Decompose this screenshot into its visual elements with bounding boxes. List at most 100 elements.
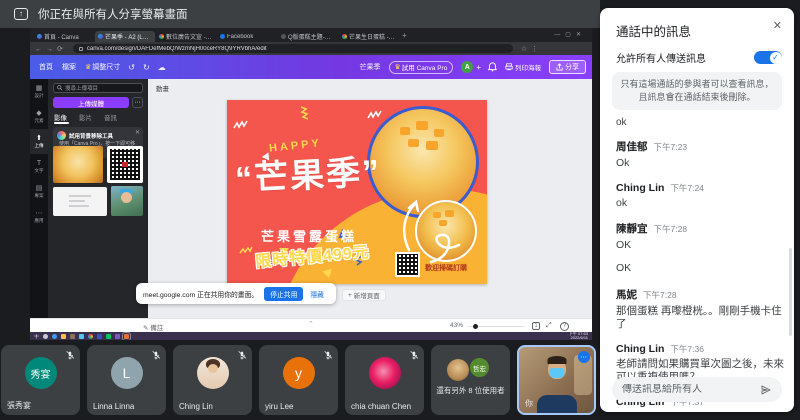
mic-off-icon — [66, 350, 75, 360]
text-icon: T — [36, 159, 42, 167]
crown-icon: ♛ — [394, 64, 401, 71]
file-explorer-icon[interactable] — [61, 333, 66, 339]
self-video-tile[interactable]: ⋯ 你 — [517, 345, 596, 415]
app-icon[interactable] — [115, 333, 120, 339]
browser-tab-2-active[interactable]: 芒果季 - A2 (Landscape) — [95, 31, 155, 42]
browser-tab-6[interactable]: 芒果生日蛋糕 - Google 搜尋 — [339, 31, 399, 42]
edge-icon[interactable] — [52, 333, 57, 339]
browser-tab-4[interactable]: Facebook — [217, 31, 277, 42]
participant-tile[interactable]: L Linna Linna — [87, 345, 166, 415]
uploaded-screenshot[interactable] — [53, 187, 107, 216]
chat-message-input[interactable] — [622, 384, 760, 395]
redo-icon[interactable]: ↻ — [143, 63, 150, 72]
rail-item-text[interactable]: T 文字 — [30, 154, 48, 179]
line-icon[interactable] — [106, 333, 111, 339]
page-count-icon[interactable]: 1 — [532, 322, 540, 330]
zoom-slider-handle[interactable] — [473, 323, 478, 329]
shared-screen: 首頁 - Canva 芒果季 - A2 (Landscape) 數位廣告文宣 -… — [30, 28, 592, 340]
fullscreen-icon[interactable]: ⤢ — [546, 322, 552, 330]
canva-doc-title[interactable]: 芒果季 — [360, 62, 381, 72]
rail-item-apps[interactable]: ⋯ 應用 — [30, 204, 48, 229]
zoom-level[interactable]: 43% — [450, 322, 463, 329]
browser-nav-buttons[interactable]: ←→⟳ — [35, 45, 67, 53]
tab-videos[interactable]: 影片 — [79, 112, 92, 122]
canva-resize-menu[interactable]: ♛調整尺寸 — [85, 62, 120, 72]
mail-icon[interactable] — [79, 333, 84, 339]
mic-off-icon — [238, 350, 247, 360]
canva-file-menu[interactable]: 檔案 — [62, 62, 76, 72]
projects-icon: ▤ — [35, 184, 43, 192]
canva-share-button[interactable]: 分享 — [549, 60, 586, 74]
tab-audio[interactable]: 音訊 — [104, 112, 117, 122]
share-upload-icon — [556, 63, 563, 71]
print-posters-button[interactable]: 列印海報 — [505, 62, 541, 72]
rail-item-design[interactable]: ▦ 設計 — [30, 79, 48, 104]
window-controls[interactable]: —▢✕ — [554, 31, 586, 38]
tile-options-button[interactable]: ⋯ — [578, 351, 590, 363]
active-tab-underline — [54, 122, 69, 124]
allow-messages-toggle[interactable]: ✓ — [754, 51, 782, 64]
promo-close-icon[interactable]: ✕ — [135, 129, 140, 136]
presenting-banner: ↑ 你正在與所有人分享螢幕畫面 — [0, 0, 600, 28]
browser-tab-1[interactable]: 首頁 - Canva — [34, 31, 94, 42]
participant-tile[interactable]: y yiru Lee — [259, 345, 338, 415]
animate-button[interactable]: 動畫 — [156, 83, 169, 93]
site-favicon — [281, 34, 286, 39]
more-participants-tile[interactable]: 哲宏 還有另外 8 位使用者 — [431, 345, 510, 415]
stop-sharing-button[interactable]: 停止共用 — [264, 286, 304, 301]
uploaded-qr-code[interactable] — [107, 146, 143, 183]
bell-icon[interactable] — [488, 62, 497, 72]
teams-icon[interactable] — [97, 333, 102, 339]
uploads-search-input[interactable]: 搜尋上傳項目 — [53, 83, 143, 93]
uploaded-cake-photo[interactable] — [53, 146, 103, 183]
hide-toast-button[interactable]: 隱藏 — [310, 289, 324, 299]
active-app-icon[interactable] — [122, 331, 131, 340]
uploaded-person-photo[interactable] — [111, 186, 143, 216]
undo-icon[interactable]: ↺ — [128, 63, 135, 72]
avatar: L — [110, 357, 143, 389]
poster-qr-caption: 歡迎掃碼訂購 — [425, 265, 467, 272]
add-member-icon[interactable]: + — [476, 63, 481, 72]
upload-more-button[interactable]: ⋯ — [132, 97, 143, 108]
zigzag-decoration — [367, 110, 382, 119]
add-page-button[interactable]: + 新增頁面 — [342, 289, 386, 301]
browser-toolbar: ←→⟳ canva.com/design/DAFDefMebQ/WzmNjH00… — [30, 42, 592, 55]
poster-design[interactable]: HAPPY “芒果季” 芒果雪露蛋糕 限時特價499元 歡迎掃碼訂購 — [227, 100, 487, 284]
google-favicon — [159, 34, 164, 39]
browser-tab-3[interactable]: 數位廣告文宣 - Google 搜尋 — [156, 31, 216, 42]
upload-media-button[interactable]: 上傳媒體 — [53, 97, 129, 108]
start-button-icon[interactable] — [34, 333, 39, 339]
chrome-icon[interactable] — [88, 333, 93, 339]
participant-tile[interactable]: 秀宴 張秀宴 — [1, 345, 80, 415]
background-remover-icon — [57, 131, 66, 140]
send-icon[interactable] — [760, 384, 772, 396]
chat-scrollbar[interactable] — [789, 248, 792, 336]
close-chat-icon[interactable]: ✕ — [773, 19, 782, 32]
in-call-messages-panel: 通話中的訊息 ✕ 允許所有人傳送訊息 ✓ 只有這場通話的參與者可以查看訊息，且訊… — [600, 8, 794, 412]
canva-account-avatar[interactable]: A — [461, 61, 474, 73]
person-body-shape — [536, 395, 577, 413]
taskbar-clock[interactable]: 下午 07:53 2022/6/11 — [569, 331, 588, 340]
rail-item-elements[interactable]: ◆ 元素 — [30, 104, 48, 129]
search-icon — [57, 85, 63, 91]
help-button[interactable]: ? — [560, 321, 569, 331]
tab-images[interactable]: 影像 — [54, 112, 67, 122]
participant-tile[interactable]: chia chuan Chen — [345, 345, 424, 415]
new-tab-button[interactable]: + — [402, 32, 407, 40]
canva-favicon — [37, 34, 42, 39]
rail-item-projects[interactable]: ▤ 專案 — [30, 179, 48, 204]
browser-menu-icons[interactable]: ☆⋮ — [521, 45, 542, 53]
participant-tile[interactable]: Ching Lin — [173, 345, 252, 415]
canva-side-rail: ▦ 設計 ◆ 元素 ⬆ 上傳 T 文字 ▤ 專案 ⋯ 應用 — [30, 79, 48, 318]
browser-tab-5[interactable]: Q版蛋糕主題-免費-彩色-插... — [278, 31, 338, 42]
address-bar[interactable]: canva.com/design/DAFDefMebQ/WzmNjH00ceRY… — [72, 44, 513, 53]
printer-icon — [505, 63, 513, 71]
taskbar-search-icon[interactable] — [43, 333, 48, 339]
canva-home-menu[interactable]: 首頁 — [39, 62, 53, 72]
apps-more-icon: ⋯ — [35, 209, 43, 217]
notes-button[interactable]: ✎ 備註 — [143, 322, 163, 332]
photos-icon[interactable] — [70, 333, 75, 339]
collapse-chevron-icon[interactable]: ⌃ — [308, 320, 314, 328]
rail-item-uploads[interactable]: ⬆ 上傳 — [30, 129, 48, 154]
try-canva-pro-button[interactable]: ♛ 試用 Canva Pro — [388, 60, 454, 74]
